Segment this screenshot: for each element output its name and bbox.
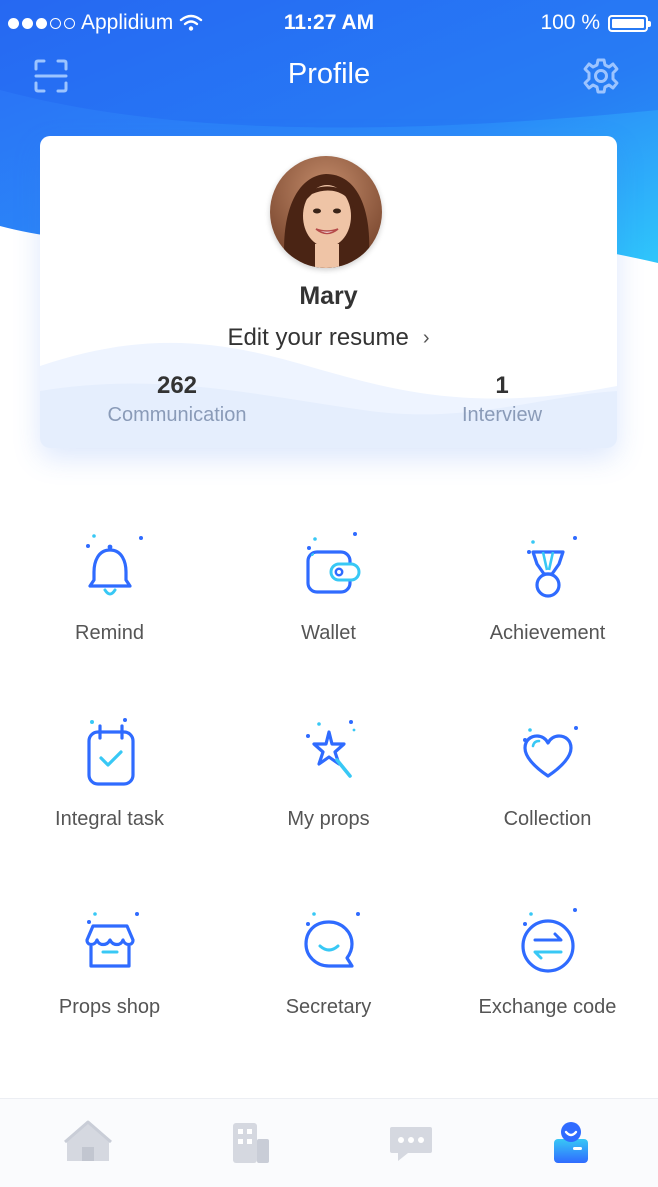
menu-item-props-shop[interactable]: Props shop [0,904,219,1019]
page-title: Profile [287,58,371,90]
heart-icon [522,726,578,778]
edit-resume-label: Edit your resume [227,324,409,351]
tab-bar [0,1098,658,1187]
edit-resume-link[interactable]: Edit your resume › [40,324,617,352]
home-icon[interactable] [63,1117,113,1167]
message-icon[interactable] [386,1117,436,1167]
stat-interview[interactable]: 1 Interview [402,372,602,427]
medal-icon [526,536,577,598]
stat-communication[interactable]: 262 Communication [77,372,277,427]
status-bar: Applidium 11:27 AM 100 % [0,0,658,46]
menu-label: Secretary [285,996,372,1018]
stat-label: Interview [461,404,543,426]
stat-value: 262 [156,372,198,399]
menu-label: Wallet [301,622,356,644]
stat-label: Communication [107,404,247,426]
menu-item-integral-task[interactable]: Integral task [0,716,219,831]
chevron-right-icon: › [422,326,430,349]
menu-label: Remind [75,622,144,644]
building-icon[interactable] [225,1117,275,1167]
menu-label: My props [287,808,370,830]
bell-icon [85,534,143,596]
magic-wand-icon [305,720,355,778]
menu-item-my-props[interactable]: My props [219,716,438,831]
profile-icon[interactable] [546,1117,596,1167]
menu-item-wallet[interactable]: Wallet [219,530,438,645]
menu-item-secretary[interactable]: Secretary [219,904,438,1019]
avatar[interactable] [270,156,382,268]
calendar-check-icon [86,718,135,786]
user-name: Mary [299,282,358,310]
menu-item-collection[interactable]: Collection [438,716,657,831]
stat-value: 1 [495,372,509,399]
menu-label: Collection [503,808,592,830]
chat-smile-icon [303,912,360,968]
battery-percent: 100 % [540,11,600,34]
menu-item-exchange-code[interactable]: Exchange code [438,904,657,1019]
shop-icon [84,912,139,968]
menu-label: Integral task [55,808,164,830]
battery-icon [608,14,651,32]
gear-icon[interactable] [582,57,620,95]
menu-item-achievement[interactable]: Achievement [438,530,657,645]
menu-item-remind[interactable]: Remind [0,530,219,645]
wallet-icon [305,532,360,594]
status-right: 100 % [540,11,651,35]
exchange-icon [520,908,577,973]
profile-card: Mary Edit your resume › 262 Communicatio… [40,136,617,448]
menu-label: Achievement [489,622,606,644]
menu-label: Props shop [58,996,161,1018]
menu-label: Exchange code [478,996,617,1018]
